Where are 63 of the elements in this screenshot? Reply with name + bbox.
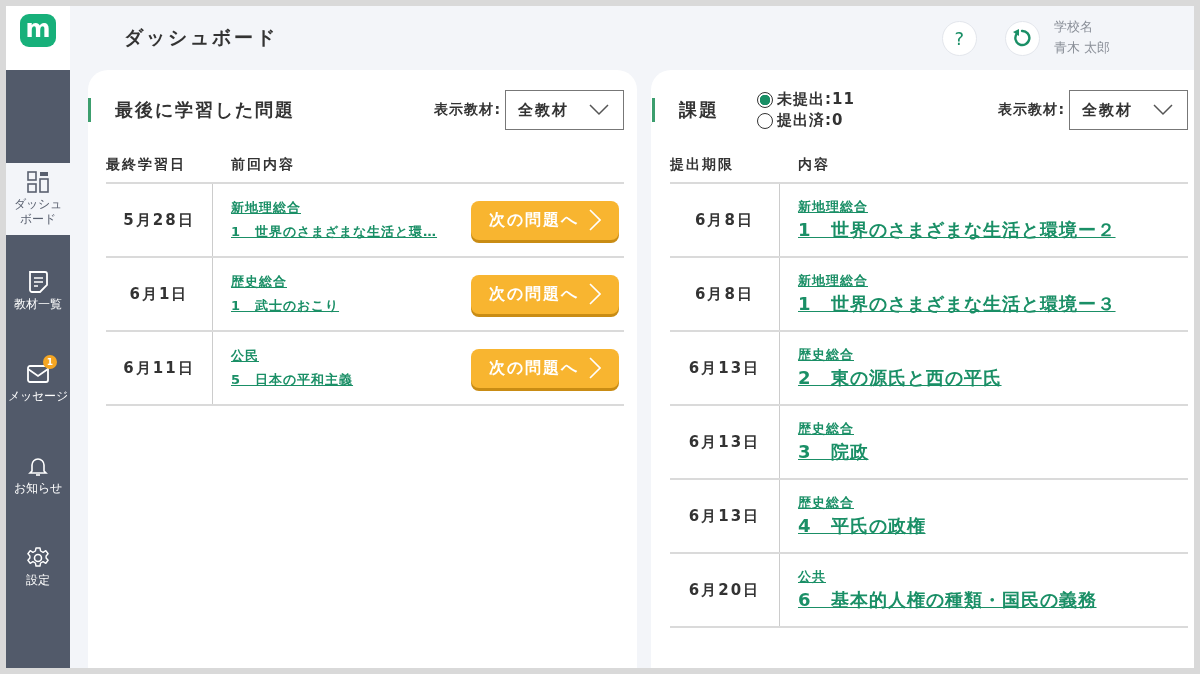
- subject-link[interactable]: 歴史総合: [231, 273, 287, 291]
- date-cell: 6月1日: [106, 258, 213, 330]
- column-header: 前回内容: [230, 156, 295, 174]
- dashboard-icon: [27, 171, 49, 193]
- lesson-link[interactable]: 2 東の源氏と西の平氏: [798, 366, 1002, 390]
- settings-icon: [27, 546, 49, 569]
- column-header: 最終学習日: [106, 156, 187, 174]
- subject-link[interactable]: 公共: [798, 568, 826, 586]
- chevron-down-icon: [589, 104, 609, 116]
- chevron-down-icon: [1153, 104, 1173, 116]
- date-cell: 6月8日: [670, 184, 780, 256]
- envelope-icon: [27, 362, 49, 385]
- section-title: 課題: [679, 98, 720, 122]
- date-cell: 6月11日: [106, 332, 213, 404]
- lesson-link[interactable]: 1 世界のさまざまな生活と環…: [231, 223, 438, 241]
- date-cell: 6月13日: [670, 332, 780, 404]
- subject-link[interactable]: 新地理総合: [798, 198, 868, 216]
- chevron-right-icon: [589, 209, 601, 231]
- date-cell: 6月20日: [670, 554, 780, 626]
- sidebar-item[interactable]: 教材一覧: [6, 255, 70, 327]
- section-title: 最後に学習した問題: [115, 98, 296, 122]
- sidebar-item[interactable]: 設定: [6, 531, 70, 603]
- date-cell: 6月13日: [670, 406, 780, 478]
- page-title: ダッシュボード: [124, 25, 278, 50]
- lesson-link[interactable]: 5 日本の平和主義: [231, 371, 354, 389]
- radio-button[interactable]: [757, 91, 773, 108]
- lesson-link[interactable]: 1 世界のさまざまな生活と環境ー２: [798, 218, 1116, 242]
- sidebar-item[interactable]: ダッシュボード: [6, 163, 70, 235]
- lesson-link[interactable]: 6 基本的人権の種類・国民の義務: [798, 588, 1097, 612]
- sidebar-item[interactable]: 1 メッセージ: [6, 347, 70, 419]
- document-icon: [27, 270, 49, 293]
- subject-dropdown[interactable]: 全教材: [1069, 90, 1188, 130]
- subject-link[interactable]: 新地理総合: [798, 272, 868, 290]
- school-name: 学校名: [1053, 18, 1094, 37]
- radio-option[interactable]: 提出済:0: [757, 111, 999, 130]
- date-cell: 6月8日: [670, 258, 780, 330]
- notification-badge: 1: [43, 354, 57, 369]
- chevron-right-icon: [589, 283, 601, 305]
- help-button[interactable]: ?: [941, 20, 977, 56]
- subject-dropdown[interactable]: 全教材: [505, 90, 624, 130]
- lesson-link[interactable]: 3 院政: [798, 440, 869, 464]
- sidebar-item[interactable]: お知らせ: [6, 439, 70, 511]
- date-cell: 6月13日: [670, 480, 780, 552]
- lesson-link[interactable]: 1 武士のおこり: [231, 297, 340, 315]
- subject-link[interactable]: 歴史総合: [798, 420, 854, 438]
- subject-link[interactable]: 公民: [231, 347, 259, 365]
- radio-option[interactable]: 未提出:11: [757, 90, 999, 109]
- lesson-link[interactable]: 1 世界のさまざまな生活と環境ー３: [798, 292, 1116, 316]
- filter-label: 表示教材:: [998, 101, 1065, 119]
- refresh-icon: [1011, 27, 1034, 49]
- lesson-link[interactable]: 4 平氏の政権: [798, 514, 926, 538]
- chevron-right-icon: [589, 357, 601, 379]
- column-header: 提出期限: [670, 156, 735, 174]
- app-logo[interactable]: m: [20, 14, 56, 47]
- subject-link[interactable]: 新地理総合: [231, 199, 301, 217]
- refresh-button[interactable]: [1004, 20, 1040, 56]
- subject-link[interactable]: 歴史総合: [798, 346, 854, 364]
- radio-button[interactable]: [757, 112, 773, 129]
- user-name: 青木 太郎: [1053, 39, 1110, 57]
- date-cell: 5月28日: [106, 184, 213, 256]
- filter-label: 表示教材:: [434, 101, 501, 119]
- subject-link[interactable]: 歴史総合: [798, 494, 854, 512]
- column-header: 内容: [797, 156, 830, 174]
